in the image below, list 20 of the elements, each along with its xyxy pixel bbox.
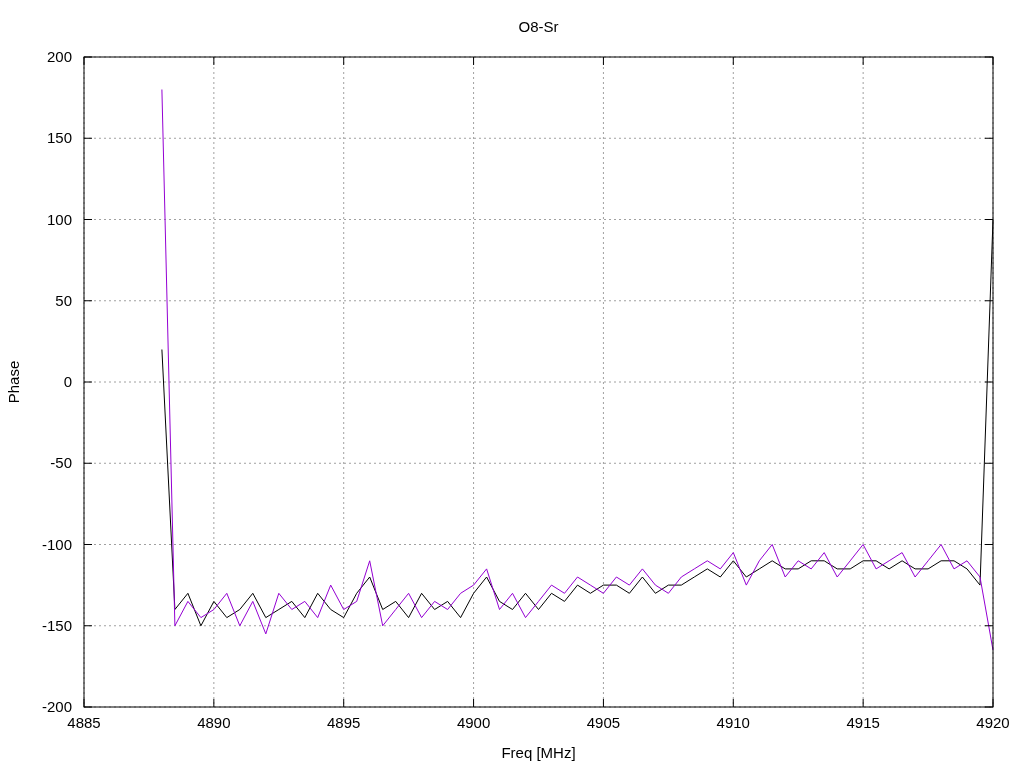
x-tick-label: 4900 <box>456 714 491 731</box>
y-axis-label: Phase <box>5 360 22 404</box>
y-tick-label: -150 <box>41 616 72 634</box>
y-tick-label: 150 <box>46 129 72 147</box>
chart-title: O8-Sr <box>518 18 559 35</box>
x-tick-label: 4920 <box>976 714 1010 731</box>
y-tick-label: 0 <box>63 373 72 390</box>
x-tick-label: 4890 <box>197 714 231 731</box>
y-tick-label: 200 <box>46 48 72 65</box>
y-tick-label: 50 <box>55 291 72 309</box>
x-tick-label: 4895 <box>327 714 361 731</box>
x-tick-label: 4885 <box>67 714 101 731</box>
y-tick-label: -100 <box>41 535 72 553</box>
y-tick-label: 100 <box>46 210 72 228</box>
x-tick-label: 4910 <box>716 714 750 731</box>
y-tick-label: -50 <box>50 454 72 472</box>
x-tick-label: 4915 <box>846 714 880 731</box>
x-axis-label: Freq [MHz] <box>501 744 576 761</box>
y-tick-label: -200 <box>41 698 72 715</box>
x-tick-label: 4905 <box>586 714 621 731</box>
